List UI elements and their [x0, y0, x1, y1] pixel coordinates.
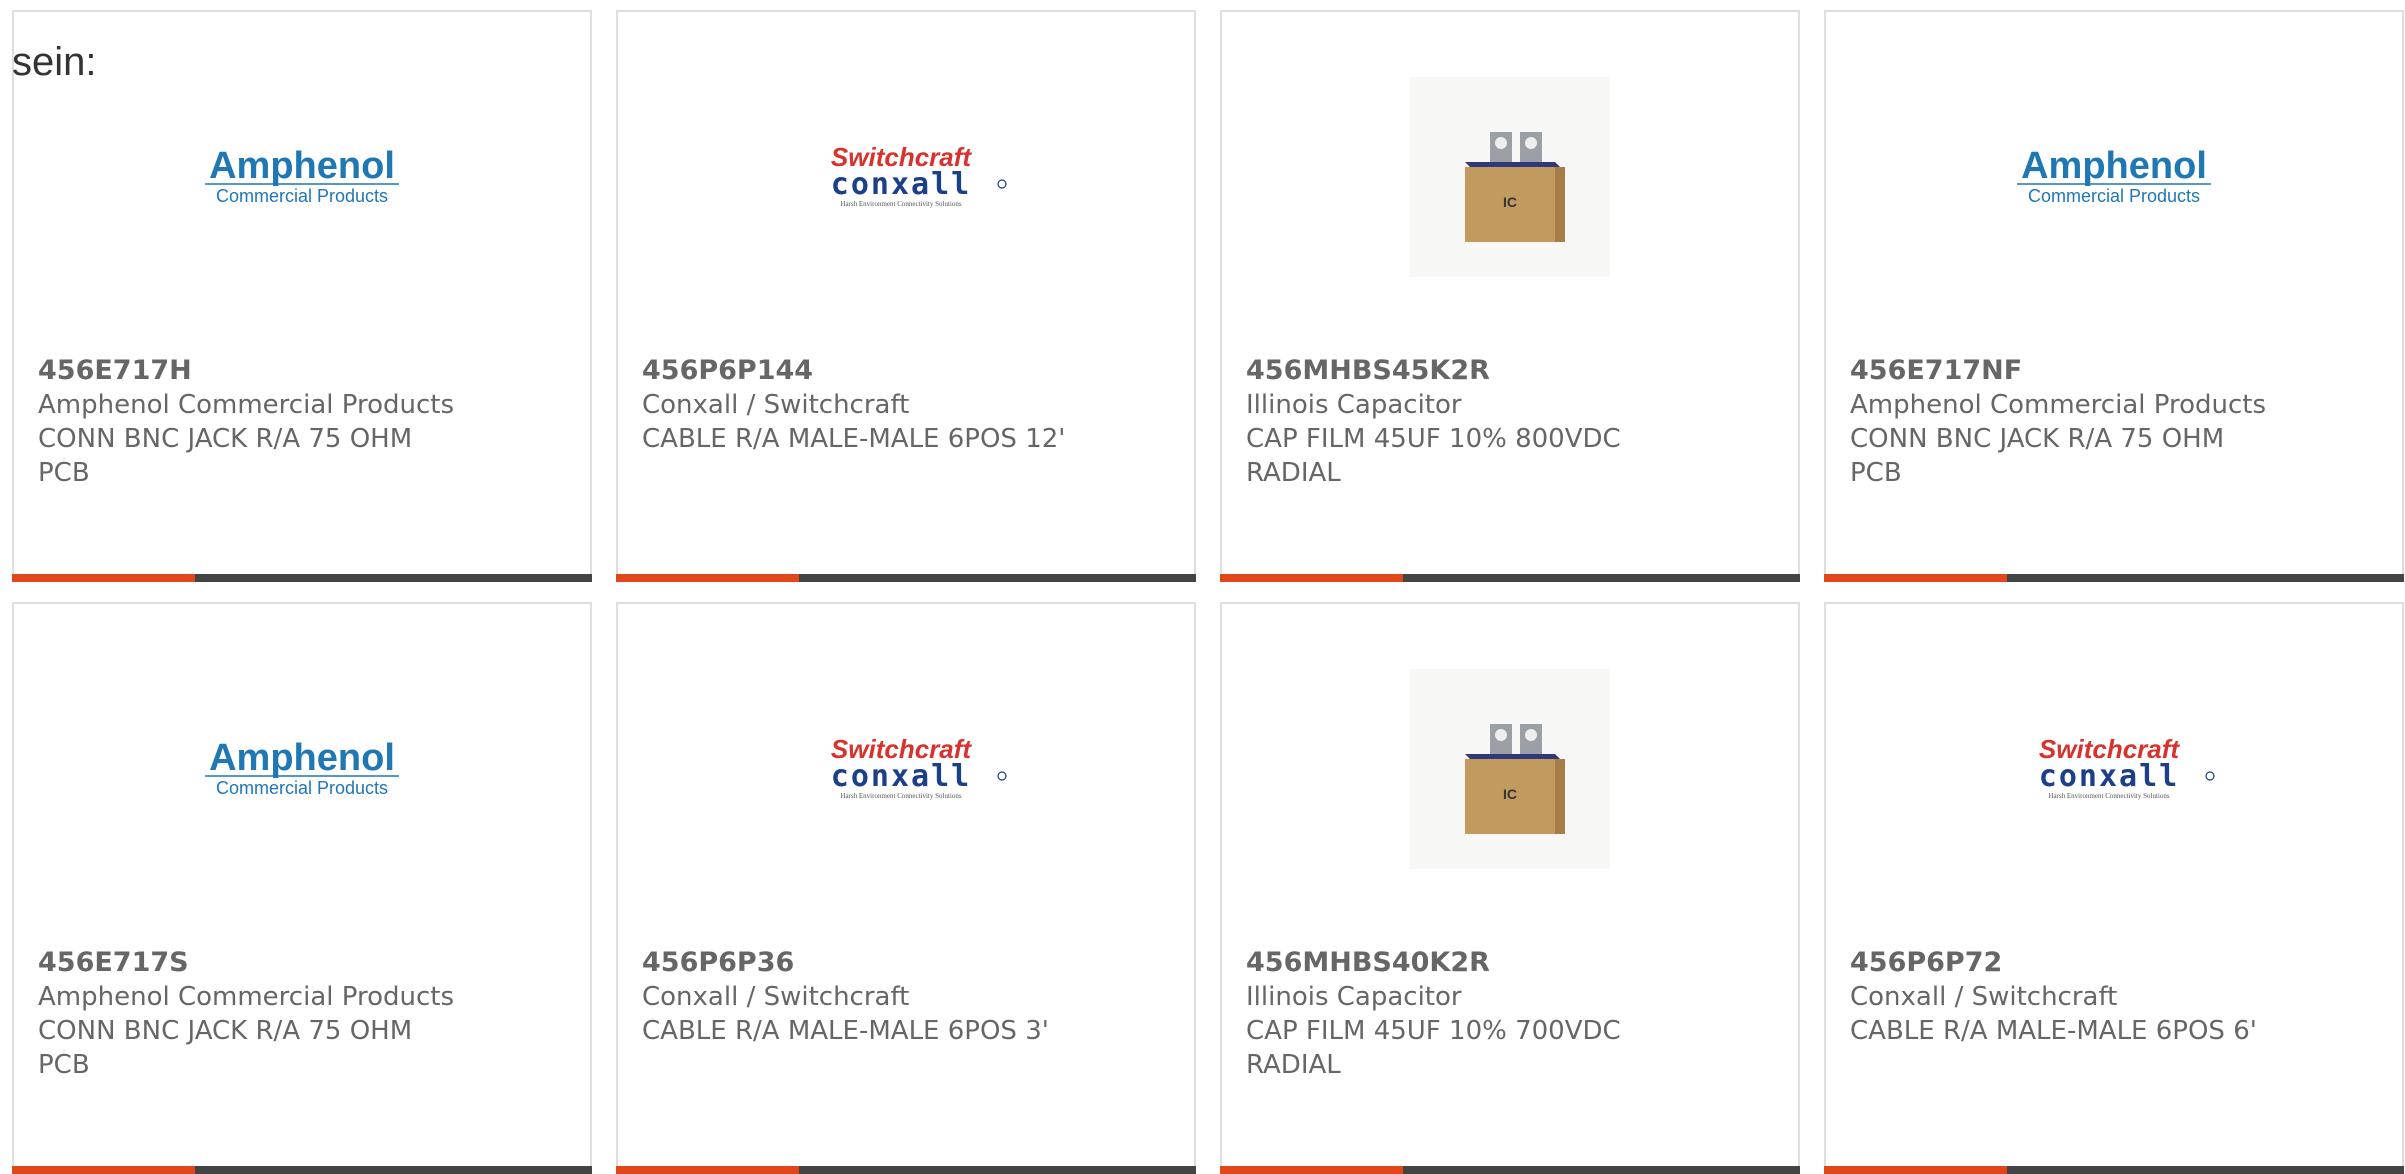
description-line-1: CABLE R/A MALE-MALE 6POS 3' — [642, 1016, 1049, 1046]
amphenol-logo: Amphenol Commercial Products — [2009, 142, 2219, 212]
svg-text:conxall: conxall — [831, 167, 971, 202]
product-card[interactable]: IC 456MHBS40K2R Illinois Capacitor CAP F… — [1220, 602, 1800, 1174]
product-grid: Amphenol Commercial Products 456E717H Am… — [12, 10, 2405, 1174]
part-number[interactable]: 456MHBS40K2R — [1246, 946, 1676, 980]
product-thumbnail: IC — [1222, 72, 1798, 282]
card-accent — [12, 574, 195, 582]
manufacturer: Illinois Capacitor — [1246, 390, 1462, 420]
part-number[interactable]: 456E717NF — [1850, 354, 2280, 388]
description-line-2: PCB — [1850, 458, 1902, 488]
card-bottom-bar — [1824, 574, 2404, 582]
manufacturer: Amphenol Commercial Products — [38, 982, 454, 1012]
part-number[interactable]: 456P6P144 — [642, 354, 1072, 388]
svg-text:Harsh Environment Connectivity: Harsh Environment Connectivity Solutions — [840, 792, 961, 800]
manufacturer: Conxall / Switchcraft — [642, 390, 910, 420]
svg-text:conxall: conxall — [831, 759, 971, 794]
card-bottom-bar — [12, 1166, 592, 1174]
card-accent — [1220, 574, 1403, 582]
part-number[interactable]: 456P6P36 — [642, 946, 1072, 980]
description-line-1: CAP FILM 45UF 10% 700VDC — [1246, 1016, 1621, 1046]
svg-text:conxall: conxall — [2039, 759, 2179, 794]
capacitor-image: IC — [1410, 669, 1610, 869]
product-thumbnail: IC — [1222, 664, 1798, 874]
svg-text:Harsh Environment Connectivity: Harsh Environment Connectivity Solutions — [840, 200, 961, 208]
product-card[interactable]: IC 456MHBS45K2R Illinois Capacitor CAP F… — [1220, 10, 1800, 582]
card-accent — [1824, 1166, 2007, 1174]
manufacturer: Amphenol Commercial Products — [1850, 390, 2266, 420]
svg-text:Amphenol: Amphenol — [209, 145, 395, 187]
description-line-1: CONN BNC JACK R/A 75 OHM — [38, 1016, 413, 1046]
manufacturer: Conxall / Switchcraft — [642, 982, 910, 1012]
description-line-2: RADIAL — [1246, 1050, 1341, 1080]
card-bottom-bar — [616, 574, 1196, 582]
product-thumbnail: Amphenol Commercial Products — [14, 664, 590, 874]
svg-text:Amphenol: Amphenol — [209, 737, 395, 779]
manufacturer: Illinois Capacitor — [1246, 982, 1462, 1012]
part-number[interactable]: 456E717H — [38, 354, 468, 388]
card-accent — [1220, 1166, 1403, 1174]
svg-text:Amphenol: Amphenol — [2021, 145, 2207, 187]
product-info: 456E717H Amphenol Commercial Products CO… — [38, 354, 468, 490]
product-info: 456P6P36 Conxall / Switchcraft CABLE R/A… — [642, 946, 1072, 1048]
description-line-2: PCB — [38, 458, 90, 488]
part-number[interactable]: 456MHBS45K2R — [1246, 354, 1676, 388]
card-accent — [12, 1166, 195, 1174]
product-card[interactable]: Amphenol Commercial Products 456E717NF A… — [1824, 10, 2404, 582]
svg-text:Commercial Products: Commercial Products — [2028, 186, 2200, 206]
description-line-1: CABLE R/A MALE-MALE 6POS 6' — [1850, 1016, 2257, 1046]
amphenol-logo: Amphenol Commercial Products — [197, 142, 407, 212]
card-bottom-bar — [1220, 574, 1800, 582]
product-info: 456E717NF Amphenol Commercial Products C… — [1850, 354, 2280, 490]
product-info: 456P6P144 Conxall / Switchcraft CABLE R/… — [642, 354, 1072, 456]
svg-text:IC: IC — [1503, 786, 1517, 802]
card-bottom-bar — [616, 1166, 1196, 1174]
description-line-2: RADIAL — [1246, 458, 1341, 488]
part-number[interactable]: 456P6P72 — [1850, 946, 2280, 980]
capacitor-image: IC — [1410, 77, 1610, 277]
switchcraft-conxall-logo: Switchcraft conxall Harsh Environment Co… — [801, 734, 1011, 804]
product-card[interactable]: Amphenol Commercial Products 456E717S Am… — [12, 602, 592, 1174]
description-line-1: CONN BNC JACK R/A 75 OHM — [38, 424, 413, 454]
product-thumbnail: Switchcraft conxall Harsh Environment Co… — [1826, 664, 2402, 874]
card-bottom-bar — [12, 574, 592, 582]
product-thumbnail: Amphenol Commercial Products — [14, 72, 590, 282]
product-info: 456P6P72 Conxall / Switchcraft CABLE R/A… — [1850, 946, 2280, 1048]
intro-text: sein: — [12, 40, 97, 84]
card-accent — [616, 1166, 799, 1174]
card-bottom-bar — [1824, 1166, 2404, 1174]
switchcraft-conxall-logo: Switchcraft conxall Harsh Environment Co… — [801, 142, 1011, 212]
switchcraft-conxall-logo: Switchcraft conxall Harsh Environment Co… — [2009, 734, 2219, 804]
manufacturer: Conxall / Switchcraft — [1850, 982, 2118, 1012]
product-card[interactable]: Switchcraft conxall Harsh Environment Co… — [1824, 602, 2404, 1174]
manufacturer: Amphenol Commercial Products — [38, 390, 454, 420]
product-thumbnail: Amphenol Commercial Products — [1826, 72, 2402, 282]
svg-text:Commercial Products: Commercial Products — [216, 186, 388, 206]
svg-text:IC: IC — [1503, 194, 1517, 210]
card-bottom-bar — [1220, 1166, 1800, 1174]
card-accent — [1824, 574, 2007, 582]
product-info: 456E717S Amphenol Commercial Products CO… — [38, 946, 468, 1082]
svg-text:Harsh Environment Connectivity: Harsh Environment Connectivity Solutions — [2048, 792, 2169, 800]
product-thumbnail: Switchcraft conxall Harsh Environment Co… — [618, 664, 1194, 874]
description-line-1: CABLE R/A MALE-MALE 6POS 12' — [642, 424, 1066, 454]
amphenol-logo: Amphenol Commercial Products — [197, 734, 407, 804]
product-info: 456MHBS45K2R Illinois Capacitor CAP FILM… — [1246, 354, 1676, 490]
card-accent — [616, 574, 799, 582]
description-line-2: PCB — [38, 1050, 90, 1080]
product-info: 456MHBS40K2R Illinois Capacitor CAP FILM… — [1246, 946, 1676, 1082]
description-line-1: CAP FILM 45UF 10% 800VDC — [1246, 424, 1621, 454]
description-line-1: CONN BNC JACK R/A 75 OHM — [1850, 424, 2225, 454]
product-card[interactable]: Amphenol Commercial Products 456E717H Am… — [12, 10, 592, 582]
part-number[interactable]: 456E717S — [38, 946, 468, 980]
product-card[interactable]: Switchcraft conxall Harsh Environment Co… — [616, 10, 1196, 582]
product-thumbnail: Switchcraft conxall Harsh Environment Co… — [618, 72, 1194, 282]
svg-text:Commercial Products: Commercial Products — [216, 778, 388, 798]
product-card[interactable]: Switchcraft conxall Harsh Environment Co… — [616, 602, 1196, 1174]
